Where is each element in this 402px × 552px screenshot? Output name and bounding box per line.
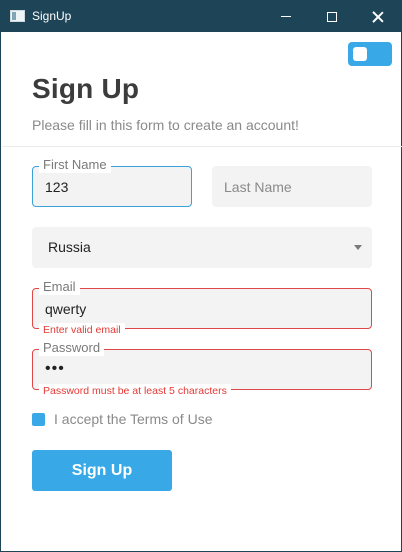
app-window-icon: [10, 10, 25, 22]
first-name-label: First Name: [39, 157, 111, 173]
theme-toggle[interactable]: [348, 42, 392, 66]
title-bar[interactable]: SignUp: [1, 1, 401, 32]
terms-checkbox[interactable]: [32, 412, 45, 426]
signup-window: SignUp Sign Up Please fill in this form …: [0, 0, 402, 552]
window-title: SignUp: [32, 9, 72, 23]
email-label: Email: [39, 279, 80, 295]
header-divider: [2, 146, 402, 147]
country-value: Russia: [48, 239, 91, 255]
maximize-icon: [327, 11, 337, 22]
close-icon: [372, 11, 384, 23]
email-field[interactable]: Email qwerty Enter valid email: [32, 279, 372, 337]
password-field[interactable]: Password ••• Password must be at least 5…: [32, 340, 372, 398]
first-name-value: 123: [45, 179, 69, 195]
country-select[interactable]: Russia: [32, 227, 372, 268]
toggle-knob: [353, 47, 367, 61]
page-title: Sign Up: [32, 73, 140, 104]
last-name-field[interactable]: Last Name: [212, 166, 372, 207]
last-name-placeholder: Last Name: [224, 179, 292, 195]
first-name-field[interactable]: First Name 123: [32, 157, 192, 207]
sign-up-button[interactable]: Sign Up: [32, 450, 172, 491]
maximize-button[interactable]: [309, 1, 355, 32]
email-error: Enter valid email: [39, 323, 125, 337]
page-subtitle: Please fill in this form to create an ac…: [32, 117, 299, 133]
password-label: Password: [39, 340, 105, 356]
minimize-icon: [281, 16, 291, 17]
terms-label: I accept the Terms of Use: [54, 411, 213, 427]
minimize-button[interactable]: [263, 1, 309, 32]
chevron-down-icon: [354, 245, 362, 250]
terms-row[interactable]: I accept the Terms of Use: [32, 411, 212, 427]
password-error: Password must be at least 5 characters: [39, 384, 231, 398]
close-button[interactable]: [355, 1, 401, 32]
password-value: •••: [45, 360, 65, 377]
email-value: qwerty: [45, 301, 87, 317]
